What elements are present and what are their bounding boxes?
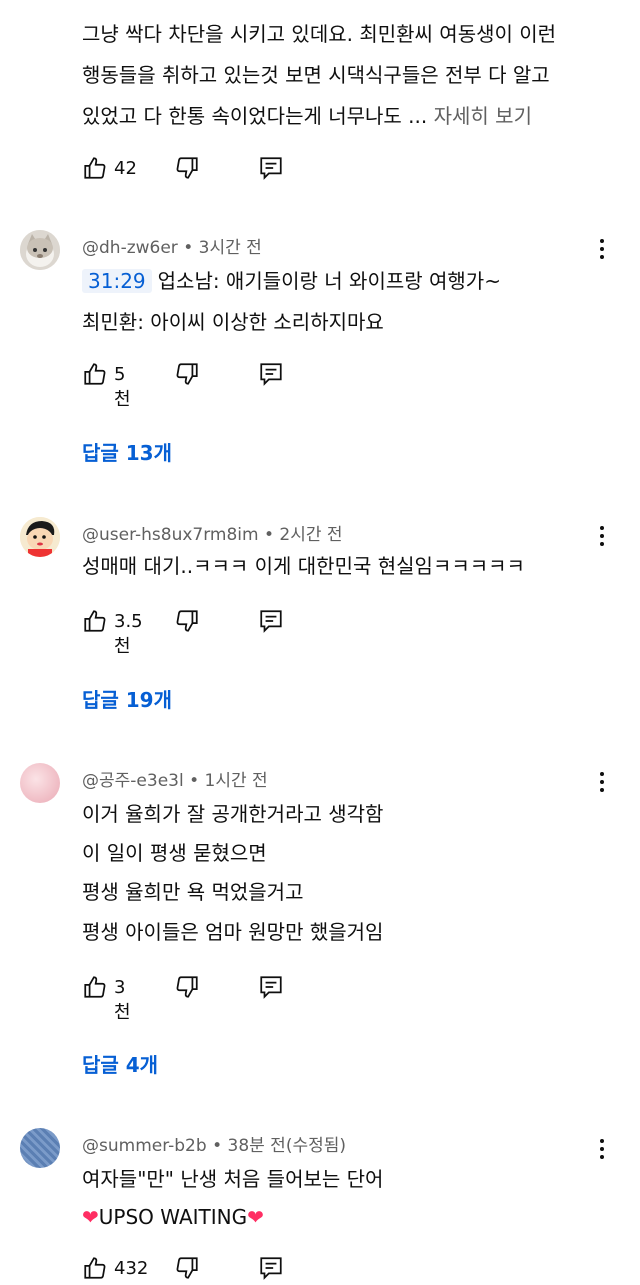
comment-meta: @summer-b2b • 38분 전(수정됨) <box>82 1131 346 1156</box>
thumb-up-icon <box>82 1255 108 1281</box>
comment-0-line-1: 그냥 싹다 차단을 시키고 있데요. 최민환씨 여동생이 이런 <box>82 22 557 46</box>
comment-icon <box>258 608 284 634</box>
author-name[interactable]: @summer-b2b <box>82 1136 207 1156</box>
dislike-button[interactable] <box>174 361 200 391</box>
reply-button[interactable] <box>258 155 284 185</box>
thumb-up-icon <box>82 608 108 634</box>
comment-3-line-4: 평생 아이들은 엄마 원망만 했을거임 <box>82 920 384 944</box>
comment-time: 2시간 전 <box>279 525 343 545</box>
reply-button[interactable] <box>258 608 284 638</box>
view-replies-button[interactable]: 답글 4개 <box>82 1049 158 1078</box>
comment-0-line-2: 행동들을 취하고 있는것 보면 시댁식구들은 전부 다 알고 <box>82 63 550 87</box>
comment-4-line-1: 여자들"만" 난생 처음 들어보는 단어 <box>82 1167 384 1191</box>
comment-icon <box>258 1255 284 1281</box>
like-button[interactable]: 3.5천 <box>82 608 143 657</box>
view-replies-button[interactable]: 답글 19개 <box>82 684 172 713</box>
reply-button[interactable] <box>258 1255 284 1285</box>
like-button[interactable]: 42 <box>82 155 137 185</box>
like-button[interactable]: 5천 <box>82 361 131 410</box>
comment-time: 3시간 전 <box>198 238 262 258</box>
dislike-button[interactable] <box>174 1255 200 1285</box>
thumb-down-icon <box>174 361 200 387</box>
author-name[interactable]: @공주-e3e3l <box>82 771 184 791</box>
comment-icon <box>258 361 284 387</box>
more-vert-icon[interactable] <box>590 770 614 794</box>
comment-1-line-1: 31:29 업소남: 애기들이랑 너 와이프랑 여행가~ <box>82 261 501 302</box>
dislike-button[interactable] <box>174 608 200 638</box>
separator-dot: • <box>189 771 200 791</box>
comment-0-line-3-text: 있었고 다 한통 속이었다는게 너무나도 ... <box>82 104 428 128</box>
more-vert-icon[interactable] <box>590 237 614 261</box>
thumb-down-icon <box>174 974 200 1000</box>
separator-dot: • <box>263 525 275 545</box>
comment-meta: @dh-zw6er • 3시간 전 <box>82 233 262 258</box>
heart-icon: ❤ <box>247 1205 264 1229</box>
author-name[interactable]: @user-hs8ux7rm8im <box>82 525 259 545</box>
reply-button[interactable] <box>258 974 284 1004</box>
like-count: 3.5천 <box>114 611 143 657</box>
heart-icon: ❤ <box>82 1205 99 1229</box>
comment-3-line-2: 이 일이 평생 묻혔으면 <box>82 841 267 865</box>
comment-1-line-2: 최민환: 아이씨 이상한 소리하지마요 <box>82 310 384 334</box>
read-more-link[interactable]: 자세히 보기 <box>434 104 532 128</box>
comment-4-line-2-text: UPSO WAITING <box>98 1205 248 1229</box>
like-count: 5천 <box>114 364 131 410</box>
comment-1-line-1-text: 업소남: 애기들이랑 너 와이프랑 여행가~ <box>157 269 501 293</box>
more-vert-icon[interactable] <box>590 1137 614 1161</box>
author-name[interactable]: @dh-zw6er <box>82 238 178 258</box>
comment-icon <box>258 155 284 181</box>
comment-meta: @user-hs8ux7rm8im • 2시간 전 <box>82 520 343 545</box>
comment-meta: @공주-e3e3l • 1시간 전 <box>82 766 268 791</box>
thumb-down-icon <box>174 155 200 181</box>
avatar[interactable] <box>20 230 60 270</box>
thumb-up-icon <box>82 361 108 387</box>
comment-4-line-2: ❤UPSO WAITING❤ <box>82 1197 264 1238</box>
like-count: 42 <box>114 158 137 179</box>
like-button[interactable]: 3천 <box>82 974 131 1023</box>
view-replies-button[interactable]: 답글 13개 <box>82 437 172 466</box>
avatar[interactable] <box>20 1128 60 1168</box>
reply-button[interactable] <box>258 361 284 391</box>
avatar[interactable] <box>20 763 60 803</box>
like-count: 432 <box>114 1258 149 1279</box>
like-count: 3천 <box>114 977 131 1023</box>
comment-icon <box>258 974 284 1000</box>
more-vert-icon[interactable] <box>590 524 614 548</box>
dislike-button[interactable] <box>174 155 200 185</box>
comment-time: 38분 전(수정됨) <box>227 1136 347 1156</box>
comment-3-line-3: 평생 율희만 욕 먹었을거고 <box>82 880 304 904</box>
thumb-down-icon <box>174 1255 200 1281</box>
like-button[interactable]: 432 <box>82 1255 148 1285</box>
thumb-up-icon <box>82 974 108 1000</box>
dislike-button[interactable] <box>174 974 200 1004</box>
comment-0-line-3: 있었고 다 한통 속이었다는게 너무나도 ... 자세히 보기 <box>82 96 532 137</box>
comment-2-line-1: 성매매 대기..ㅋㅋㅋ 이게 대한민국 현실임ㅋㅋㅋㅋㅋ <box>82 554 525 578</box>
comment-time: 1시간 전 <box>204 771 268 791</box>
avatar[interactable] <box>20 517 60 557</box>
separator-dot: • <box>183 238 194 258</box>
thumb-up-icon <box>82 155 108 181</box>
separator-dot: • <box>212 1136 223 1156</box>
timestamp-link[interactable]: 31:29 <box>82 269 152 293</box>
comment-3-line-1: 이거 율희가 잘 공개한거라고 생각함 <box>82 802 384 826</box>
thumb-down-icon <box>174 608 200 634</box>
